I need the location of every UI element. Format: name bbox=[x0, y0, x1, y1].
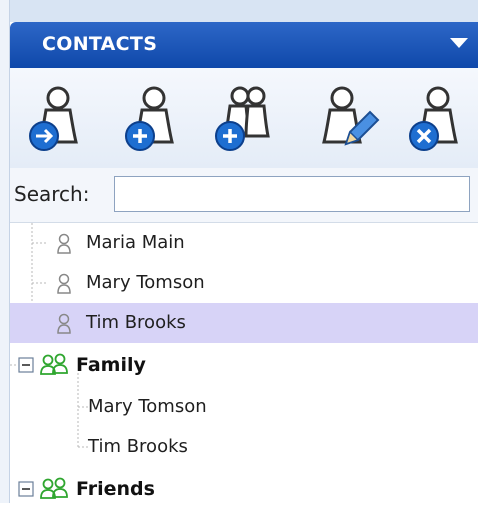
group-node-friends[interactable]: Friends bbox=[10, 469, 478, 509]
collapse-triangle-icon[interactable] bbox=[448, 32, 470, 54]
header-title: CONTACTS bbox=[42, 33, 158, 55]
edit-contact-button[interactable] bbox=[316, 84, 380, 154]
contact-name: Maria Main bbox=[86, 232, 185, 253]
search-label: Search: bbox=[14, 182, 90, 206]
group-member-node[interactable]: Mary Tomson bbox=[10, 387, 478, 427]
person-outline-icon bbox=[57, 313, 71, 334]
person-outline-icon bbox=[57, 233, 71, 254]
member-name: Tim Brooks bbox=[88, 436, 188, 457]
contact-name: Mary Tomson bbox=[86, 272, 205, 293]
search-row: Search: bbox=[10, 168, 478, 223]
contact-node-selected[interactable]: Tim Brooks bbox=[10, 303, 478, 343]
group-node-family[interactable]: Family bbox=[10, 345, 478, 385]
left-edge bbox=[0, 0, 10, 503]
collapse-minus-icon[interactable] bbox=[18, 481, 34, 497]
group-name: Friends bbox=[76, 478, 155, 500]
contacts-toolbar bbox=[10, 68, 478, 169]
add-group-button[interactable] bbox=[210, 84, 274, 154]
contact-node[interactable]: Maria Main bbox=[10, 223, 478, 263]
delete-contact-button[interactable] bbox=[404, 84, 468, 154]
group-green-icon bbox=[40, 353, 68, 375]
person-outline-icon bbox=[57, 273, 71, 294]
collapse-minus-icon[interactable] bbox=[18, 357, 34, 373]
top-strip bbox=[0, 0, 478, 22]
view-contact-button[interactable] bbox=[24, 84, 88, 154]
contacts-panel: CONTACTS Search: Maria Main Mary Tomson … bbox=[0, 0, 478, 503]
group-member-node[interactable]: Tim Brooks bbox=[10, 427, 478, 467]
search-input[interactable] bbox=[114, 176, 470, 212]
member-name: Mary Tomson bbox=[88, 396, 207, 417]
group-name: Family bbox=[76, 354, 146, 376]
contact-name: Tim Brooks bbox=[86, 312, 186, 333]
add-contact-button[interactable] bbox=[120, 84, 184, 154]
contacts-tree: Maria Main Mary Tomson Tim Brooks Family… bbox=[10, 223, 478, 503]
contact-node[interactable]: Mary Tomson bbox=[10, 263, 478, 303]
group-green-icon bbox=[40, 477, 68, 499]
contacts-header[interactable]: CONTACTS bbox=[10, 22, 478, 68]
